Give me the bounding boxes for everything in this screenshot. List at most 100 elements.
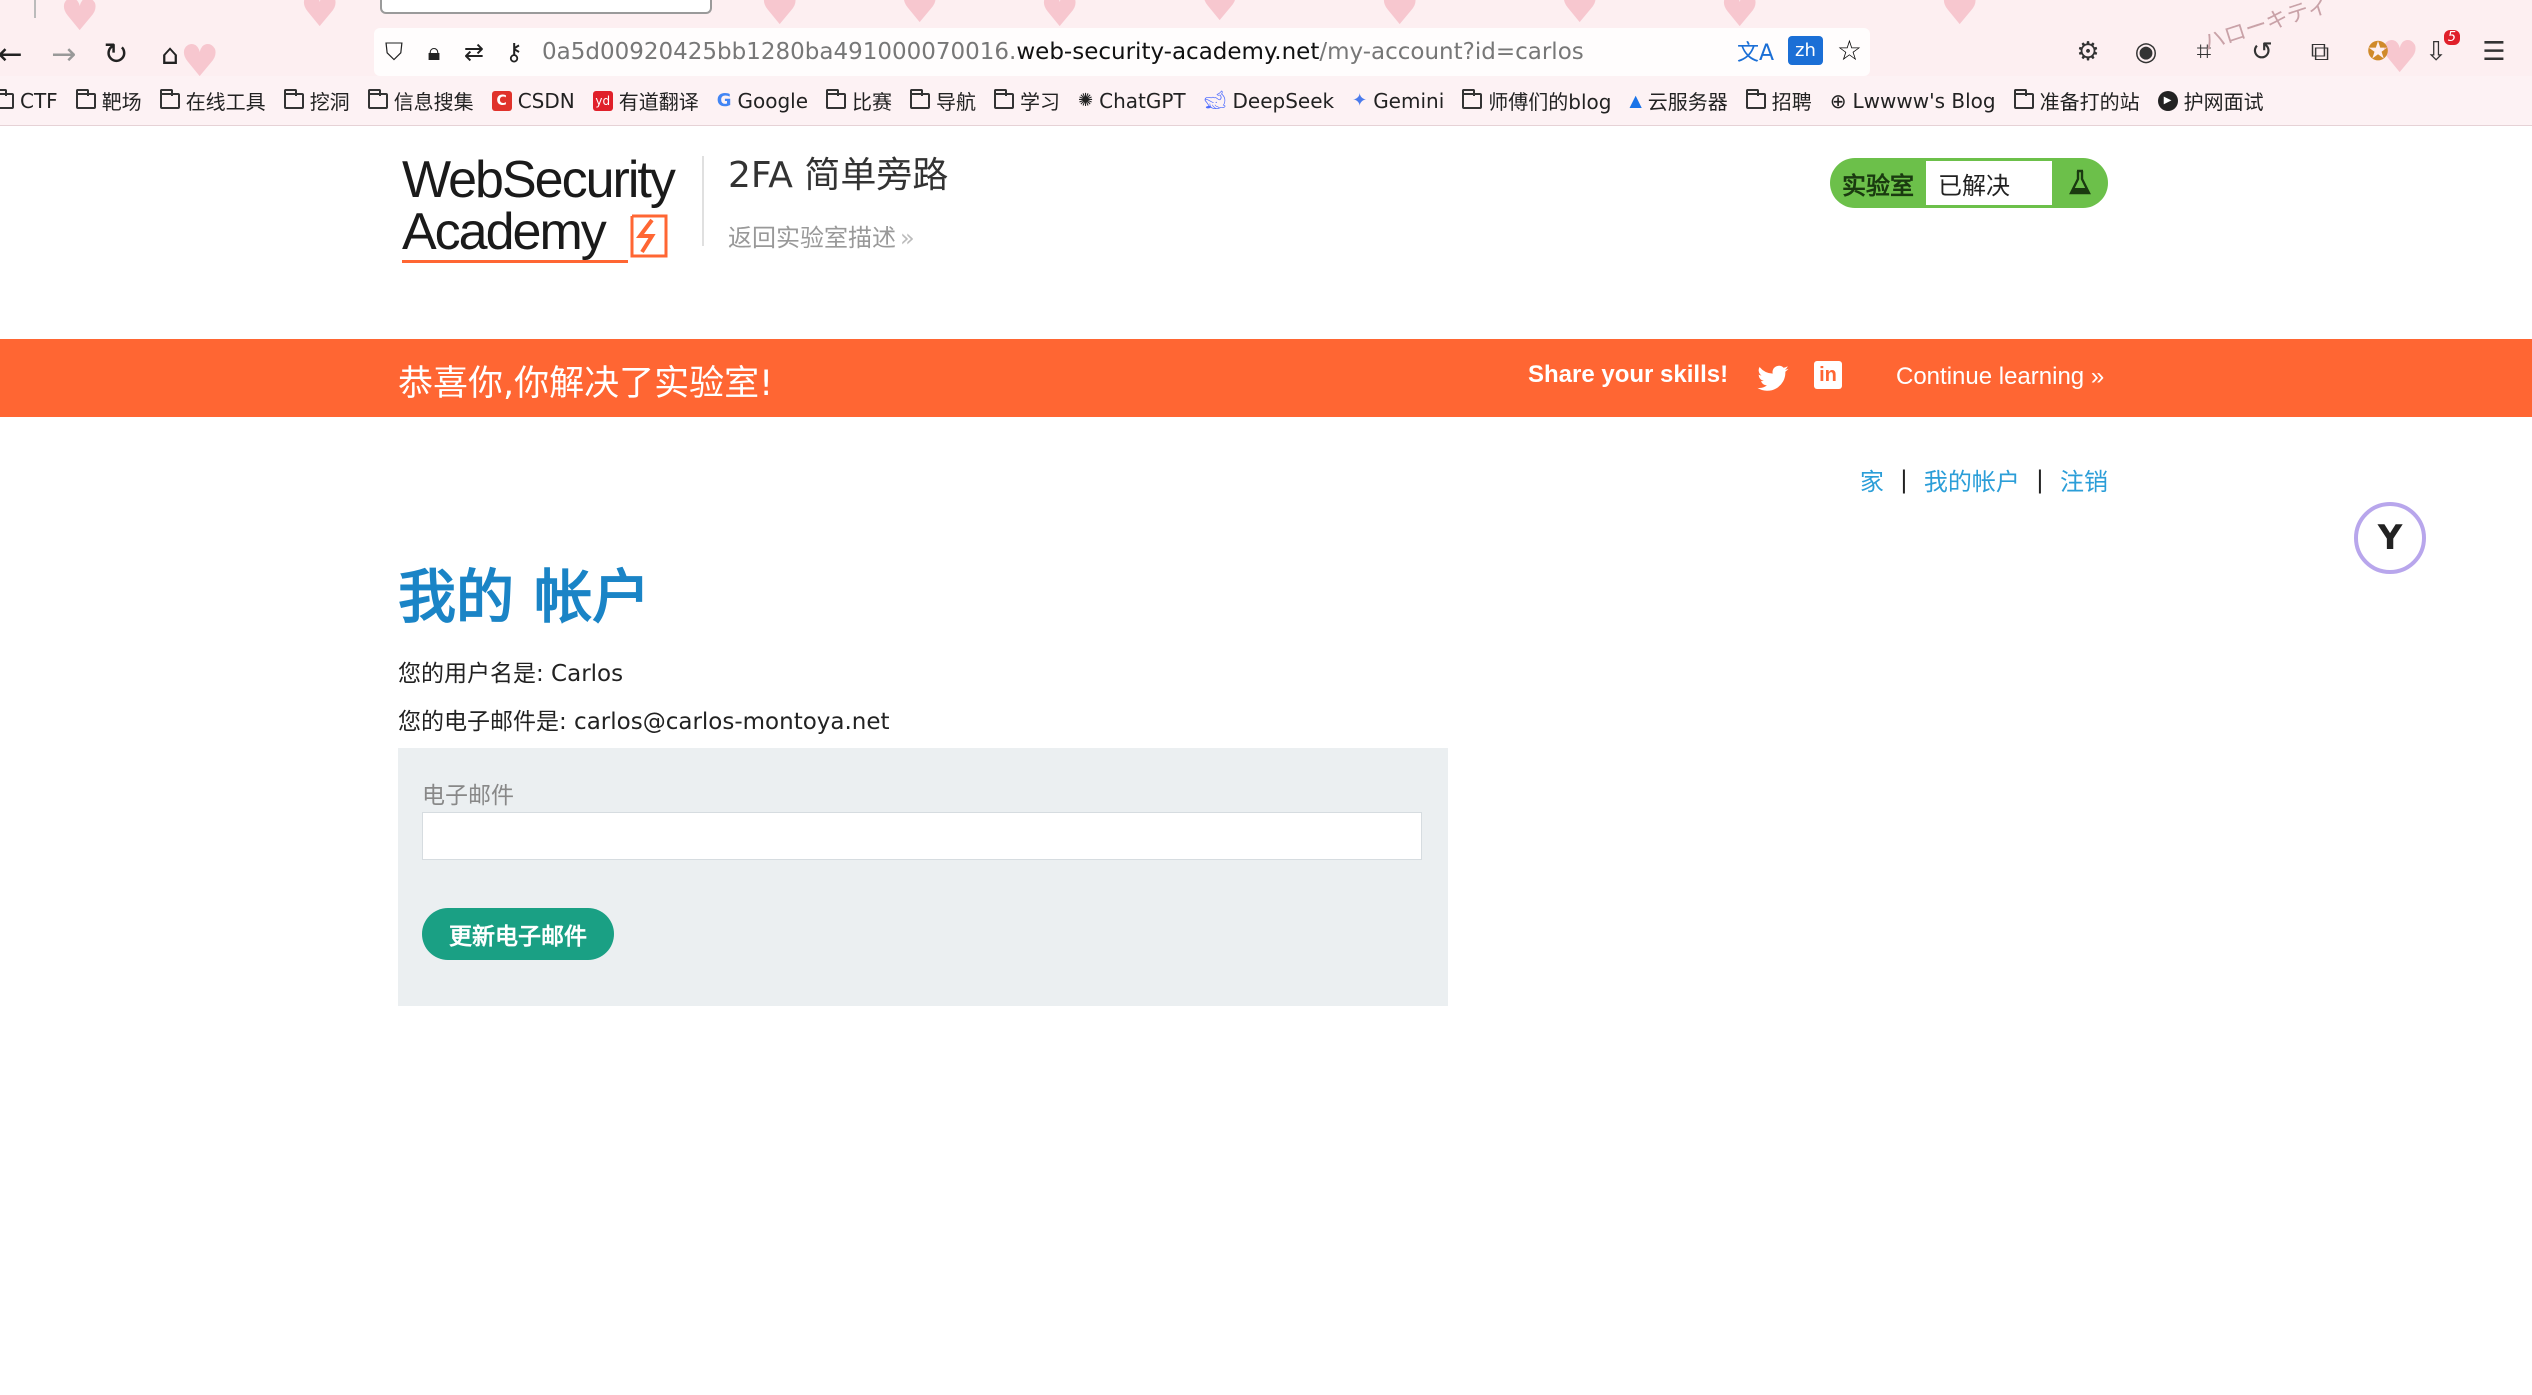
url-host: web-security-academy.net: [1016, 39, 1320, 65]
translate-language-badge[interactable]: zh: [1788, 36, 1823, 65]
bookmark-label: Lwwww's Blog: [1852, 88, 1996, 113]
web-page: WebSecurity Academy 2FA 简单旁路 返回实验室描述» 实验…: [0, 126, 2532, 1395]
translate-icon[interactable]: 文A: [1737, 35, 1774, 67]
email-field-label: 电子邮件: [422, 783, 514, 809]
back-link-label: 返回实验室描述: [728, 224, 896, 252]
home-icon[interactable]: ⌂: [150, 34, 190, 74]
lab-status-value: 已解决: [1926, 161, 2052, 205]
bookmark-item[interactable]: 学习: [994, 86, 1060, 115]
nav-home-link[interactable]: 家: [1860, 462, 1884, 497]
bookmark-label: 靶场: [101, 90, 142, 114]
continue-learning-link[interactable]: Continue learning »: [1896, 363, 2104, 391]
bookmark-item[interactable]: 比赛: [826, 86, 892, 115]
account-nav: 家 | 我的帐户 | 注销: [1860, 462, 2108, 497]
extension-icon[interactable]: ✪: [2360, 34, 2396, 70]
solved-banner: 恭喜你,你解决了实验室! Share your skills! in Conti…: [0, 339, 2532, 417]
bookmark-item[interactable]: yd 有道翻译: [592, 86, 699, 115]
bookmark-label: CTF: [20, 88, 58, 113]
bookmarks-bar: CTF 靶场 在线工具 挖洞 信息搜集 C CSDN yd 有道翻译 G Google 比赛 导航 学习 ✺…: [0, 76, 2532, 126]
double-chevron-icon: »: [2090, 363, 2105, 390]
back-arrow-icon[interactable]: ←: [0, 34, 30, 74]
bookmark-item[interactable]: 导航: [910, 86, 976, 115]
logo-bolt-icon: [630, 214, 668, 258]
bookmark-item[interactable]: G Google: [717, 89, 808, 113]
youdao-icon: yd: [592, 90, 613, 111]
folder-icon: [283, 88, 304, 109]
folder-icon: [1462, 88, 1483, 109]
gear-icon[interactable]: ⚙: [2070, 34, 2106, 70]
forward-arrow-icon[interactable]: →: [44, 34, 84, 74]
bookmark-item[interactable]: 师傅们的blog: [1462, 86, 1611, 115]
url-actions: 文A zh ☆: [1737, 34, 1862, 67]
globe-icon: ⊕: [1829, 88, 1847, 113]
bookmark-label: 挖洞: [309, 90, 350, 114]
bookmark-label: CSDN: [517, 88, 575, 113]
bookmark-label: 云服务器: [1647, 90, 1728, 114]
hamburger-menu-icon[interactable]: ☰: [2476, 34, 2512, 70]
nav-my-account-link[interactable]: 我的帐户: [1924, 462, 2020, 497]
permissions-icon[interactable]: ⇄: [454, 32, 494, 72]
bookmark-label: 招聘: [1771, 90, 1812, 114]
bookmark-item[interactable]: 🐋︎ DeepSeek: [1204, 89, 1334, 113]
url-text[interactable]: 0a5d00920425bb1280ba491000070016.web-sec…: [542, 39, 1584, 65]
gemini-icon: ✦: [1352, 90, 1368, 111]
bookmark-item[interactable]: C CSDN: [491, 88, 575, 113]
active-tab[interactable]: [380, 0, 712, 14]
bookmark-item[interactable]: CTF: [0, 88, 58, 113]
email-field[interactable]: [422, 812, 1422, 860]
deepseek-icon: 🐋︎: [1203, 90, 1227, 111]
folder-icon: [1745, 88, 1766, 109]
lab-status-badge: 实验室 已解决: [1830, 158, 2108, 208]
folder-icon: [367, 88, 388, 109]
bookmark-label: 学习: [1020, 90, 1061, 114]
page-title: 我的 帐户: [398, 563, 651, 631]
academy-logo[interactable]: WebSecurity Academy: [402, 154, 702, 266]
bookmark-label: 在线工具: [185, 90, 266, 114]
csdn-icon: C: [491, 90, 512, 111]
puzzle-icon[interactable]: ⧉: [2302, 34, 2338, 70]
folder-icon: [75, 88, 96, 109]
header-divider: [702, 156, 704, 246]
download-icon[interactable]: ⇩ 5: [2418, 30, 2460, 70]
lab-status-label: 实验室: [1842, 171, 1914, 200]
bookmark-label: 比赛: [852, 90, 893, 114]
play-icon: ▶: [2157, 90, 2178, 111]
bookmark-item[interactable]: ⊕ Lwwww's Blog: [1830, 89, 1996, 113]
bookmark-item[interactable]: 在线工具: [159, 86, 266, 115]
update-email-button[interactable]: 更新电子邮件: [422, 908, 614, 960]
continue-learning-label: Continue learning: [1896, 363, 2085, 390]
shield-icon[interactable]: ⛉: [374, 32, 414, 72]
profile-icon[interactable]: ◉: [2128, 34, 2164, 70]
bookmark-item[interactable]: 信息搜集: [367, 86, 474, 115]
nav-logout-link[interactable]: 注销: [2060, 462, 2108, 497]
logo-line-1: WebSecurity: [402, 151, 676, 209]
bookmark-item[interactable]: 准备打的站: [2013, 86, 2140, 115]
bookmark-star-icon[interactable]: ☆: [1837, 34, 1862, 67]
bookmark-item[interactable]: 靶场: [75, 86, 142, 115]
bookmark-label: 信息搜集: [393, 90, 474, 114]
reload-icon[interactable]: ↻: [96, 34, 136, 74]
google-icon: G: [716, 90, 732, 111]
username-text: 您的用户名是: Carlos: [398, 661, 624, 687]
url-prefix: 0a5d00920425bb1280ba491000070016.: [542, 39, 1017, 65]
back-to-lab-link[interactable]: 返回实验室描述»: [728, 218, 915, 253]
bookmark-item[interactable]: ▶ 护网面试: [2157, 86, 2264, 115]
twitter-icon[interactable]: [1756, 361, 1790, 395]
bookmark-item[interactable]: 挖洞: [283, 86, 350, 115]
folder-icon: [910, 88, 931, 109]
browser-toolbar: ♥ ♥ ♥ ♥ ♥ ♥ ♥ ♥ ♥ ♥ ♥ ♥ ← → ↻ ⌂ ⛉ 🔒︎ ⇄ ⚷…: [0, 0, 2532, 76]
double-chevron-icon: »: [900, 224, 915, 252]
bookmark-item[interactable]: ✺ ChatGPT: [1078, 89, 1186, 113]
folder-icon: [159, 88, 180, 109]
key-icon[interactable]: ⚷: [494, 32, 534, 72]
lab-title: 2FA 简单旁路: [728, 155, 949, 196]
lock-icon[interactable]: 🔒︎: [414, 32, 454, 72]
bookmark-item[interactable]: 招聘: [1745, 86, 1812, 115]
bookmark-item[interactable]: ▲ 云服务器: [1629, 86, 1727, 115]
linkedin-icon[interactable]: in: [1814, 361, 1842, 389]
bookmark-item[interactable]: ✦ Gemini: [1352, 89, 1444, 113]
address-bar[interactable]: ⛉ 🔒︎ ⇄ ⚷ 0a5d00920425bb1280ba49100007001…: [374, 28, 1870, 76]
floating-assistant-icon[interactable]: Y: [2354, 502, 2426, 574]
email-text: 您的电子邮件是: carlos@carlos-montoya.net: [398, 709, 890, 735]
folder-icon: [0, 88, 14, 109]
